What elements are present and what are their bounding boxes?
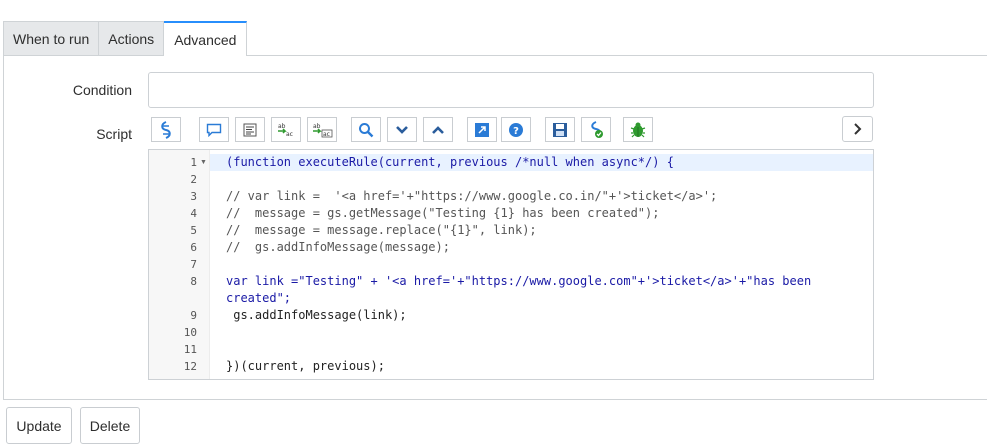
script-include-icon[interactable] [151,117,181,142]
line-number: 12 [183,360,197,373]
line-number: 4 [190,207,197,220]
tab-when-to-run[interactable]: When to run [3,21,100,55]
code-line: created"; [226,291,292,305]
condition-input[interactable] [148,72,874,108]
tab-actions[interactable]: Actions [99,21,165,55]
format-icon[interactable] [235,117,265,142]
expand-icon[interactable] [842,116,873,142]
fullscreen-icon[interactable] [467,117,497,142]
update-button[interactable]: Update [6,407,72,444]
line-number: 3 [190,190,197,203]
code-line: // message = gs.getMessage("Testing {1} … [226,206,660,220]
line-number: 6 [190,241,197,254]
line-number: 5 [190,224,197,237]
search-icon[interactable] [351,117,381,142]
code-line: // gs.addInfoMessage(message); [226,240,450,254]
code-line: // var link = '<a href='+"https://www.go… [226,189,718,203]
line-number: 11 [183,343,197,356]
svg-text:?: ? [513,126,519,137]
line-number: 9 [190,309,197,322]
svg-text:ab: ab [278,123,286,130]
script-editor[interactable]: ▼ 1 2 3 4 5 6 7 8 9 10 11 12 (function e… [148,149,874,380]
script-label: Script [96,126,132,142]
line-number: 7 [190,258,197,271]
code-line: var link ="Testing" + '<a href='+"https:… [226,274,812,288]
help-icon[interactable]: ? [501,117,531,142]
tab-bar: When to run Actions Advanced [3,21,248,56]
line-number: 1 [190,156,197,169]
debug-icon[interactable] [623,117,653,142]
replace-all-icon[interactable]: ab ac [307,117,337,142]
replace-icon[interactable]: ab ac [271,117,301,142]
condition-label: Condition [72,82,132,98]
line-number: 8 [190,275,197,288]
fold-arrow-icon[interactable]: ▼ [200,159,207,166]
line-number: 2 [190,173,197,186]
fold-down-icon[interactable] [387,117,417,142]
svg-text:ac: ac [286,131,293,138]
code-line: })(current, previous); [226,359,385,373]
code-line: // message = message.replace("{1}", link… [226,223,537,237]
code-line: gs.addInfoMessage(link); [226,308,407,322]
svg-text:ac: ac [323,131,330,138]
delete-button[interactable]: Delete [80,407,140,444]
save-icon[interactable] [545,117,575,142]
svg-text:ab: ab [313,123,321,130]
syntax-check-icon[interactable] [581,117,611,142]
fold-up-icon[interactable] [423,117,453,142]
line-number: 10 [183,326,197,339]
comment-icon[interactable] [199,117,229,142]
code-line: (function executeRule(current, previous … [226,155,674,169]
tab-advanced[interactable]: Advanced [164,21,248,56]
